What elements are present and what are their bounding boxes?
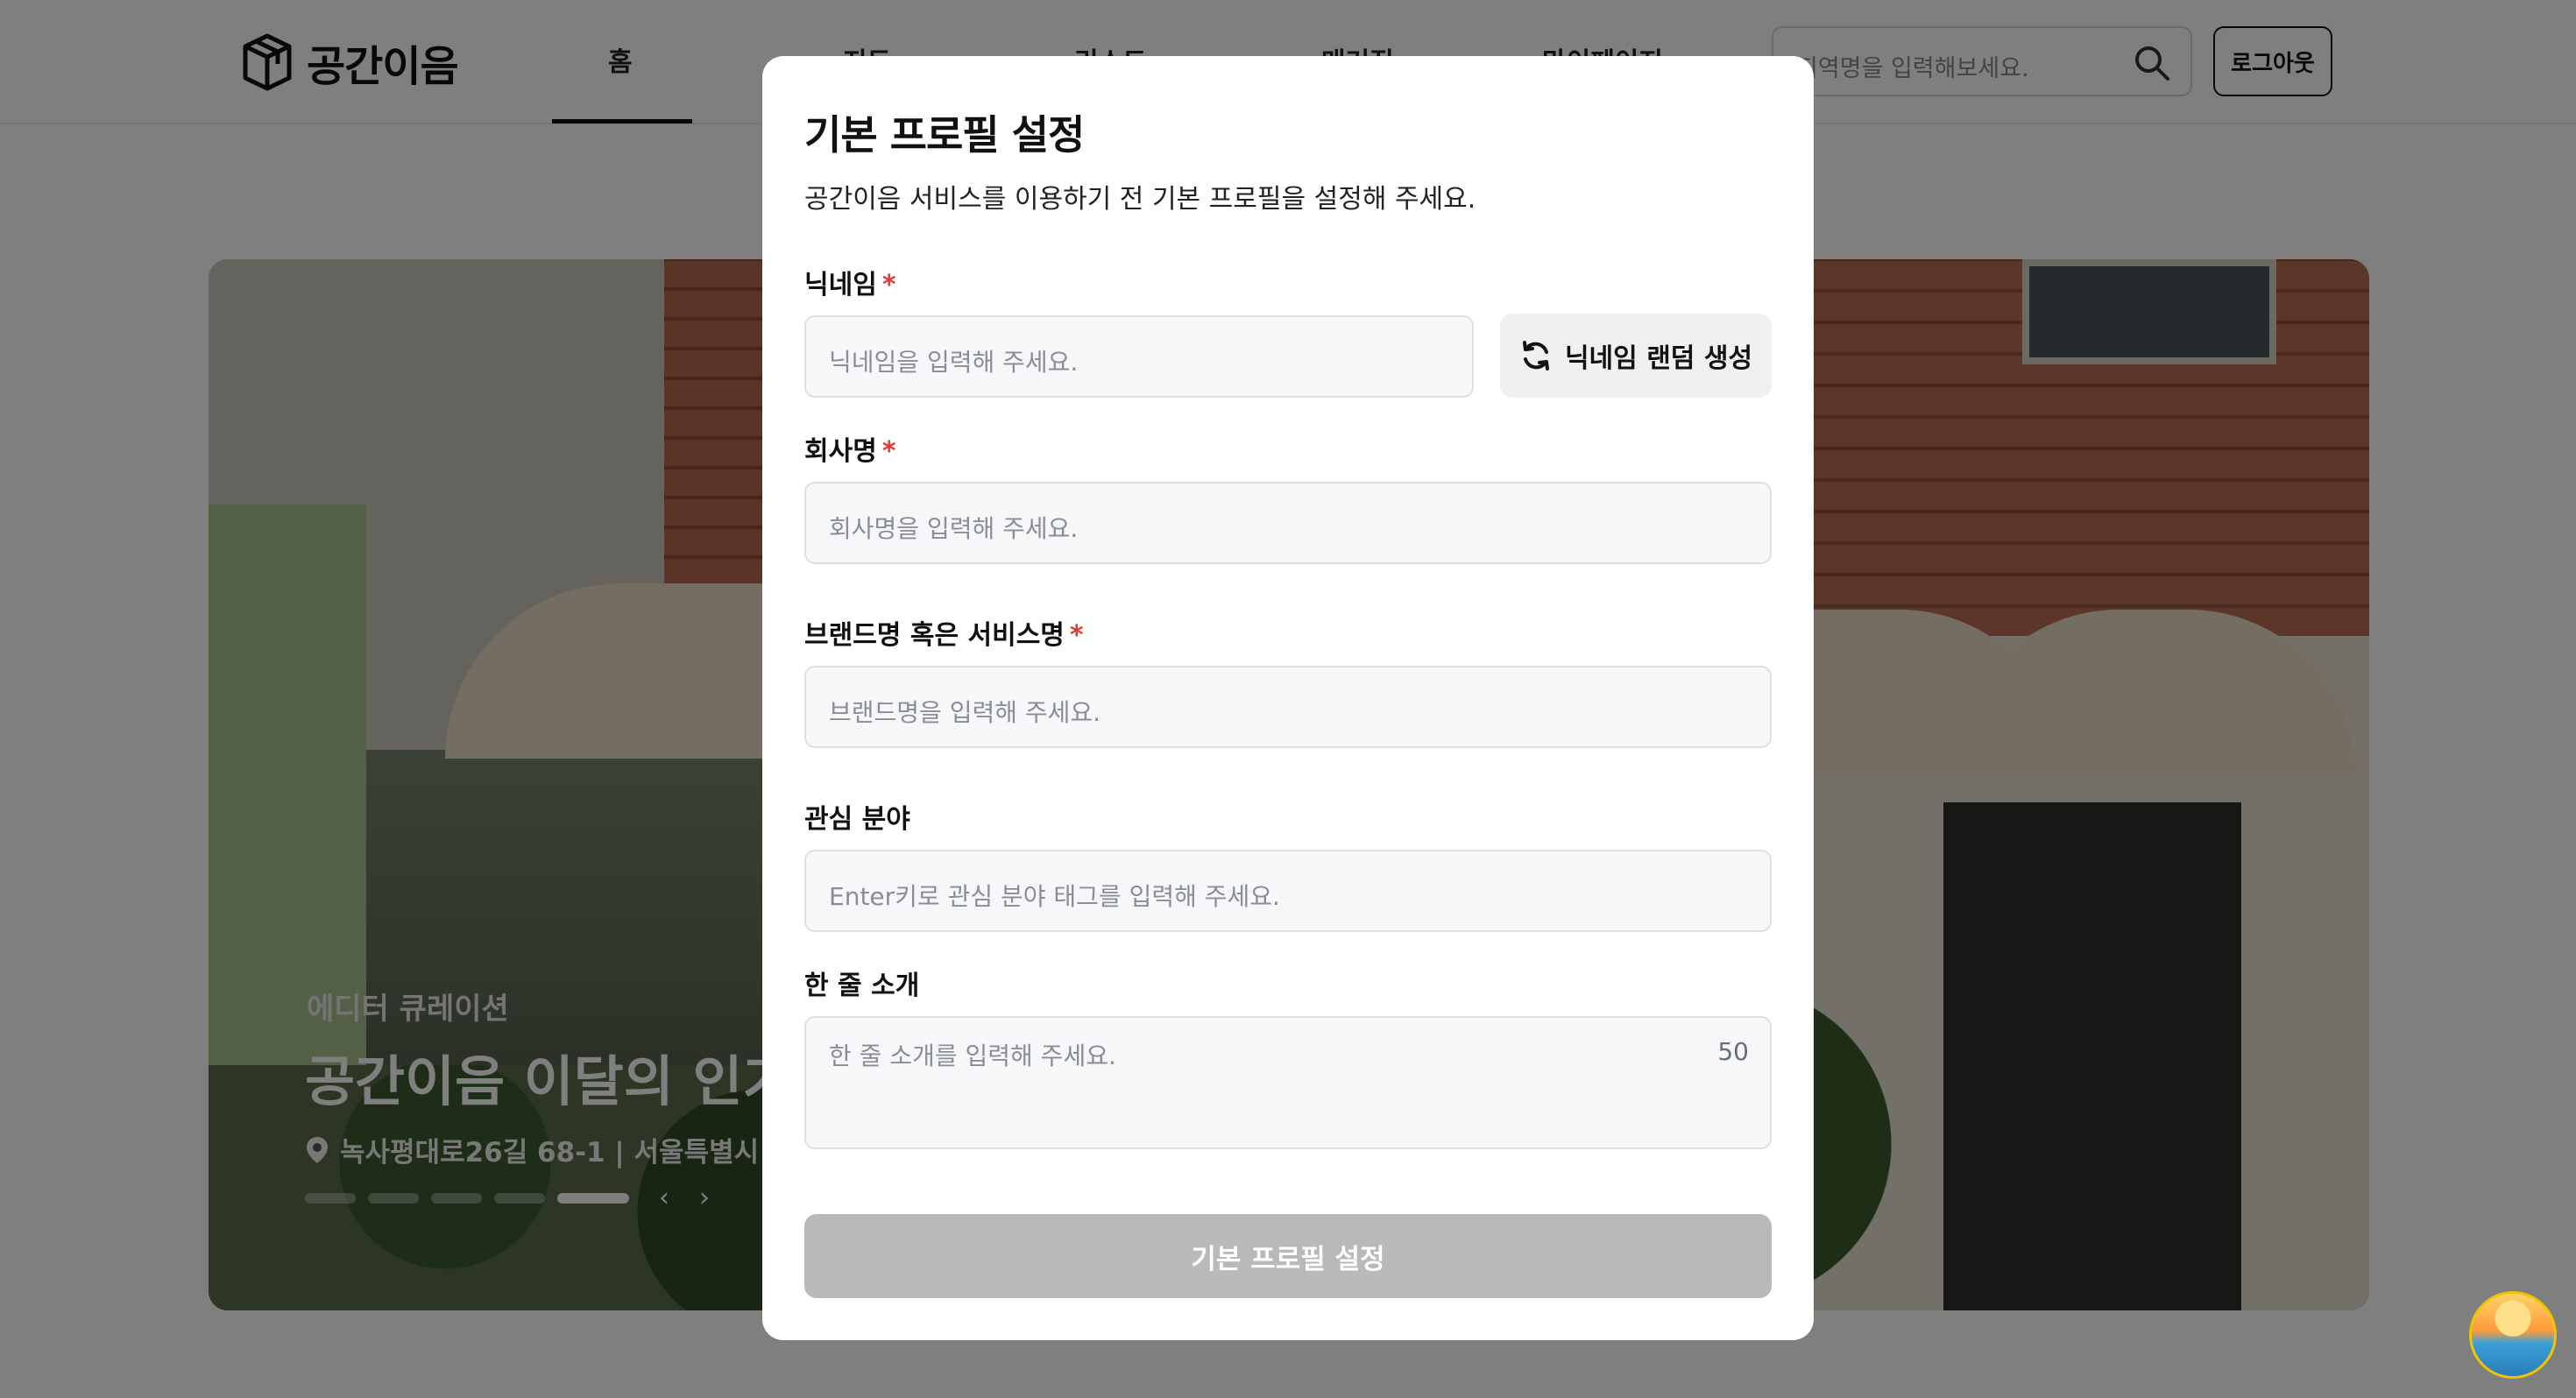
- company-label: 회사명 *: [804, 429, 896, 468]
- brand-input[interactable]: 브랜드명을 입력해 주세요.: [804, 666, 1772, 748]
- intro-placeholder: 한 줄 소개를 입력해 주세요.: [829, 1041, 1116, 1070]
- random-nickname-button[interactable]: 닉네임 랜덤 생성: [1500, 314, 1772, 398]
- intro-char-counter: 50: [1717, 1037, 1749, 1066]
- company-placeholder: 회사명을 입력해 주세요.: [829, 514, 1079, 543]
- intro-textarea[interactable]: 한 줄 소개를 입력해 주세요. 50: [804, 1016, 1772, 1149]
- brand-label: 브랜드명 혹은 서비스명 *: [804, 613, 1084, 652]
- intro-label: 한 줄 소개: [804, 971, 920, 1001]
- company-label-text: 회사명: [804, 436, 877, 467]
- required-mark: *: [1069, 620, 1084, 651]
- nickname-placeholder: 닉네임을 입력해 주세요.: [829, 348, 1079, 377]
- profile-setup-modal: 기본 프로필 설정 공간이음 서비스를 이용하기 전 기본 프로필을 설정해 주…: [762, 56, 1814, 1340]
- refresh-icon: [1522, 341, 1549, 371]
- modal-description: 공간이음 서비스를 이용하기 전 기본 프로필을 설정해 주세요.: [804, 184, 1476, 215]
- interest-placeholder: Enter키로 관심 분야 태그를 입력해 주세요.: [829, 882, 1280, 911]
- required-mark: *: [881, 436, 896, 467]
- brand-placeholder: 브랜드명을 입력해 주세요.: [829, 698, 1101, 727]
- interest-tag-input[interactable]: Enter키로 관심 분야 태그를 입력해 주세요.: [804, 850, 1772, 932]
- required-mark: *: [881, 270, 896, 300]
- company-input[interactable]: 회사명을 입력해 주세요.: [804, 482, 1772, 564]
- interest-label: 관심 분야: [804, 804, 910, 835]
- nickname-label-text: 닉네임: [804, 270, 877, 300]
- floating-avatar[interactable]: [2469, 1291, 2557, 1379]
- random-nickname-label: 닉네임 랜덤 생성: [1564, 343, 1753, 374]
- nickname-label: 닉네임 *: [804, 263, 896, 301]
- submit-profile-button[interactable]: 기본 프로필 설정: [804, 1214, 1772, 1298]
- nickname-input[interactable]: 닉네임을 입력해 주세요.: [804, 315, 1474, 398]
- brand-label-text: 브랜드명 혹은 서비스명: [804, 620, 1065, 651]
- submit-profile-label: 기본 프로필 설정: [1191, 1243, 1385, 1275]
- modal-title: 기본 프로필 설정: [804, 111, 1085, 159]
